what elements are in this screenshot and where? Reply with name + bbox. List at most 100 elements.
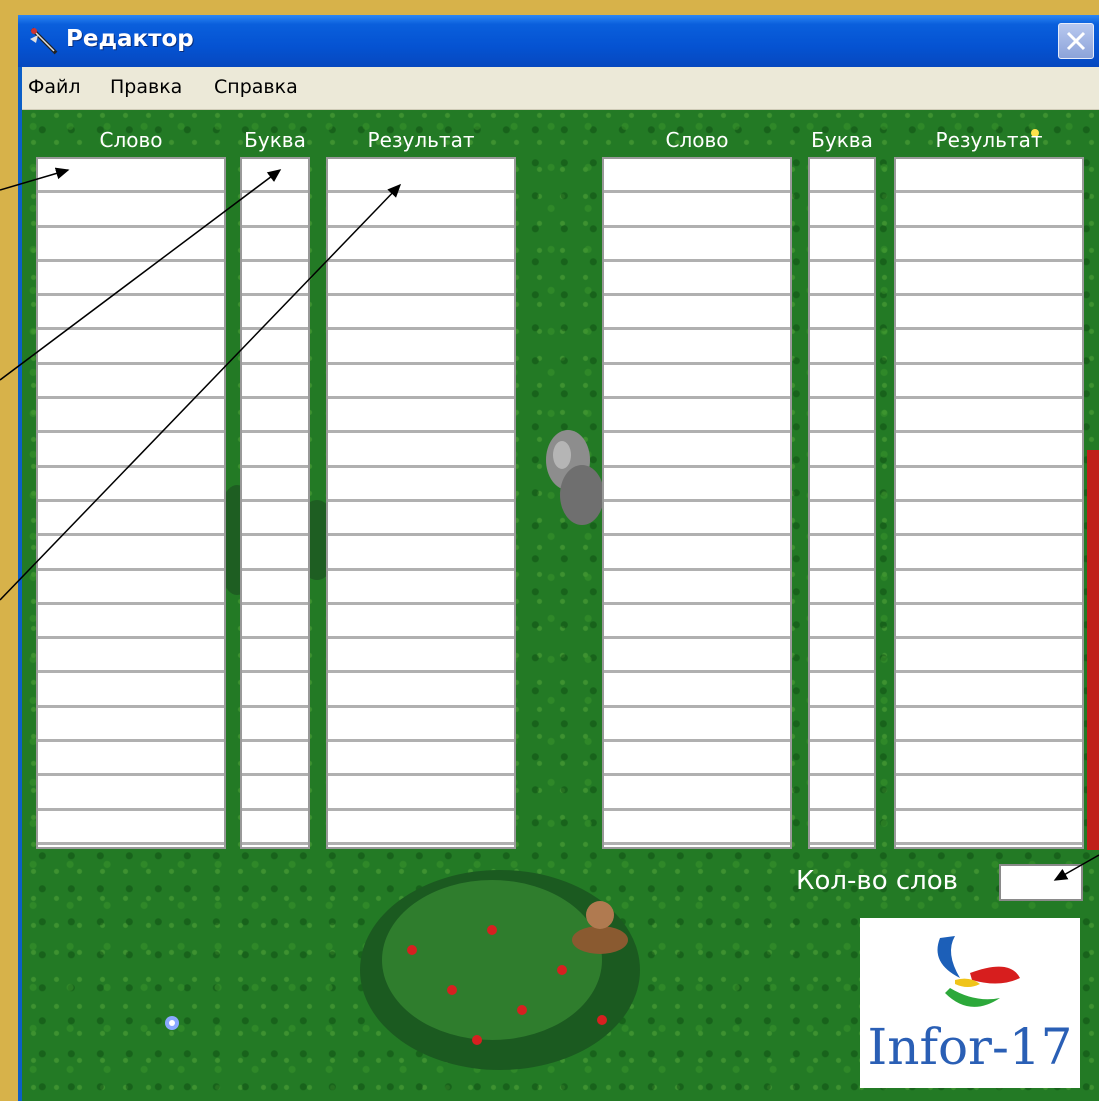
left-word-list[interactable]: [36, 157, 226, 849]
list-row[interactable]: [604, 571, 790, 605]
list-row[interactable]: [896, 365, 1082, 400]
list-row[interactable]: [38, 365, 224, 400]
list-row[interactable]: [242, 330, 308, 365]
list-row[interactable]: [810, 673, 874, 708]
list-row[interactable]: [328, 262, 514, 297]
list-row[interactable]: [810, 159, 874, 194]
list-row[interactable]: [810, 193, 874, 228]
right-letter-list[interactable]: [808, 157, 876, 849]
list-row[interactable]: [604, 365, 790, 400]
list-row[interactable]: [328, 330, 514, 365]
list-row[interactable]: [896, 605, 1082, 640]
list-row[interactable]: [38, 742, 224, 777]
list-row[interactable]: [38, 330, 224, 365]
list-row[interactable]: [242, 365, 308, 400]
list-row[interactable]: [604, 193, 790, 228]
list-row[interactable]: [604, 536, 790, 571]
list-row[interactable]: [38, 639, 224, 674]
list-row[interactable]: [242, 673, 308, 708]
list-row[interactable]: [896, 673, 1082, 708]
list-row[interactable]: [604, 776, 790, 811]
list-row[interactable]: [38, 605, 224, 640]
list-row[interactable]: [38, 262, 224, 297]
list-row[interactable]: [604, 159, 790, 194]
list-row[interactable]: [896, 776, 1082, 811]
list-row[interactable]: [810, 228, 874, 262]
list-row[interactable]: [242, 262, 308, 297]
list-row[interactable]: [896, 708, 1082, 743]
list-row[interactable]: [896, 468, 1082, 502]
list-row[interactable]: [242, 776, 308, 811]
list-row[interactable]: [328, 468, 514, 502]
left-letter-list[interactable]: [240, 157, 310, 849]
list-row[interactable]: [328, 228, 514, 262]
left-result-list[interactable]: [326, 157, 516, 849]
list-row[interactable]: [242, 296, 308, 331]
list-row[interactable]: [38, 776, 224, 811]
list-row[interactable]: [242, 811, 308, 845]
list-row[interactable]: [896, 811, 1082, 845]
list-row[interactable]: [604, 399, 790, 434]
list-row[interactable]: [328, 193, 514, 228]
list-row[interactable]: [810, 776, 874, 811]
list-row[interactable]: [604, 811, 790, 845]
list-row[interactable]: [896, 193, 1082, 228]
list-row[interactable]: [810, 330, 874, 365]
list-row[interactable]: [604, 502, 790, 537]
list-row[interactable]: [328, 365, 514, 400]
list-row[interactable]: [328, 811, 514, 845]
list-row[interactable]: [328, 433, 514, 468]
list-row[interactable]: [896, 262, 1082, 297]
list-row[interactable]: [896, 399, 1082, 434]
list-row[interactable]: [604, 708, 790, 743]
list-row[interactable]: [38, 228, 224, 262]
close-button[interactable]: [1058, 23, 1094, 59]
list-row[interactable]: [38, 536, 224, 571]
list-row[interactable]: [810, 433, 874, 468]
title-bar[interactable]: Редактор: [18, 15, 1099, 67]
list-row[interactable]: [604, 468, 790, 502]
list-row[interactable]: [604, 262, 790, 297]
list-row[interactable]: [810, 399, 874, 434]
list-row[interactable]: [604, 433, 790, 468]
list-row[interactable]: [242, 502, 308, 537]
list-row[interactable]: [810, 571, 874, 605]
list-row[interactable]: [242, 708, 308, 743]
right-word-list[interactable]: [602, 157, 792, 849]
list-row[interactable]: [38, 159, 224, 194]
list-row[interactable]: [328, 673, 514, 708]
list-row[interactable]: [810, 536, 874, 571]
list-row[interactable]: [810, 262, 874, 297]
list-row[interactable]: [242, 536, 308, 571]
list-row[interactable]: [896, 433, 1082, 468]
list-row[interactable]: [328, 776, 514, 811]
right-result-list[interactable]: [894, 157, 1084, 849]
list-row[interactable]: [328, 502, 514, 537]
list-row[interactable]: [38, 502, 224, 537]
list-row[interactable]: [810, 742, 874, 777]
list-row[interactable]: [604, 330, 790, 365]
list-row[interactable]: [38, 296, 224, 331]
list-row[interactable]: [604, 639, 790, 674]
list-row[interactable]: [242, 433, 308, 468]
list-row[interactable]: [810, 605, 874, 640]
list-row[interactable]: [38, 433, 224, 468]
list-row[interactable]: [604, 296, 790, 331]
list-row[interactable]: [328, 571, 514, 605]
list-row[interactable]: [242, 742, 308, 777]
list-row[interactable]: [896, 159, 1082, 194]
list-row[interactable]: [810, 811, 874, 845]
list-row[interactable]: [328, 742, 514, 777]
list-row[interactable]: [38, 571, 224, 605]
list-row[interactable]: [242, 228, 308, 262]
list-row[interactable]: [38, 468, 224, 502]
list-row[interactable]: [810, 502, 874, 537]
list-row[interactable]: [38, 399, 224, 434]
list-row[interactable]: [896, 536, 1082, 571]
list-row[interactable]: [896, 571, 1082, 605]
list-row[interactable]: [896, 742, 1082, 777]
list-row[interactable]: [242, 159, 308, 194]
list-row[interactable]: [896, 502, 1082, 537]
word-count-field[interactable]: [999, 864, 1083, 901]
list-row[interactable]: [38, 673, 224, 708]
